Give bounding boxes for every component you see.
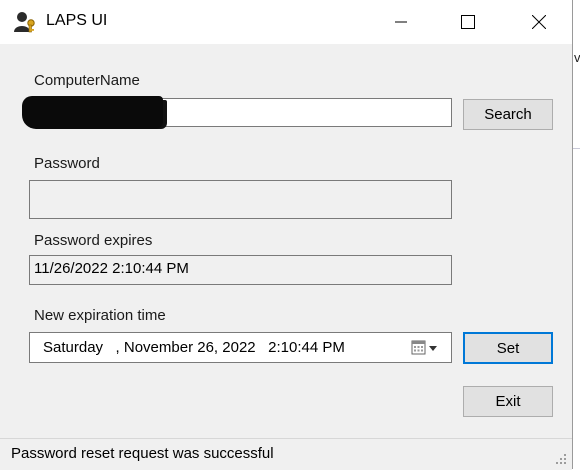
title-bar[interactable]: LAPS UI bbox=[0, 0, 572, 44]
background-divider bbox=[573, 148, 580, 149]
redaction-mark bbox=[22, 96, 163, 129]
maximize-button[interactable] bbox=[445, 0, 491, 44]
password-expires-label: Password expires bbox=[34, 232, 153, 249]
laps-ui-window: LAPS UI ComputerName Search Password Pas… bbox=[0, 0, 573, 470]
status-message: Password reset request was successful bbox=[11, 445, 274, 462]
minimize-icon bbox=[395, 21, 407, 23]
background-window-text: v bbox=[574, 50, 580, 65]
new-expiration-label: New expiration time bbox=[34, 307, 166, 324]
resize-grip-icon[interactable] bbox=[556, 454, 566, 464]
laps-user-key-icon bbox=[14, 12, 35, 33]
window-title: LAPS UI bbox=[46, 12, 108, 29]
minimize-button[interactable] bbox=[378, 0, 424, 44]
close-icon bbox=[532, 15, 546, 29]
exit-button[interactable]: Exit bbox=[463, 386, 553, 417]
status-bar: Password reset request was successful bbox=[0, 438, 572, 470]
maximize-icon bbox=[461, 15, 475, 29]
computer-name-label: ComputerName bbox=[34, 72, 140, 89]
password-expires-field[interactable]: 11/26/2022 2:10:44 PM bbox=[29, 255, 452, 285]
set-button[interactable]: Set bbox=[463, 332, 553, 364]
password-label: Password bbox=[34, 155, 100, 172]
password-field[interactable] bbox=[29, 180, 452, 219]
calendar-dropdown-icon[interactable] bbox=[411, 339, 441, 357]
new-expiration-datepicker[interactable]: Saturday , November 26, 2022 2:10:44 PM bbox=[29, 332, 452, 363]
new-expiration-value: Saturday , November 26, 2022 2:10:44 PM bbox=[43, 339, 345, 356]
search-button[interactable]: Search bbox=[463, 99, 553, 130]
close-button[interactable] bbox=[516, 0, 562, 44]
